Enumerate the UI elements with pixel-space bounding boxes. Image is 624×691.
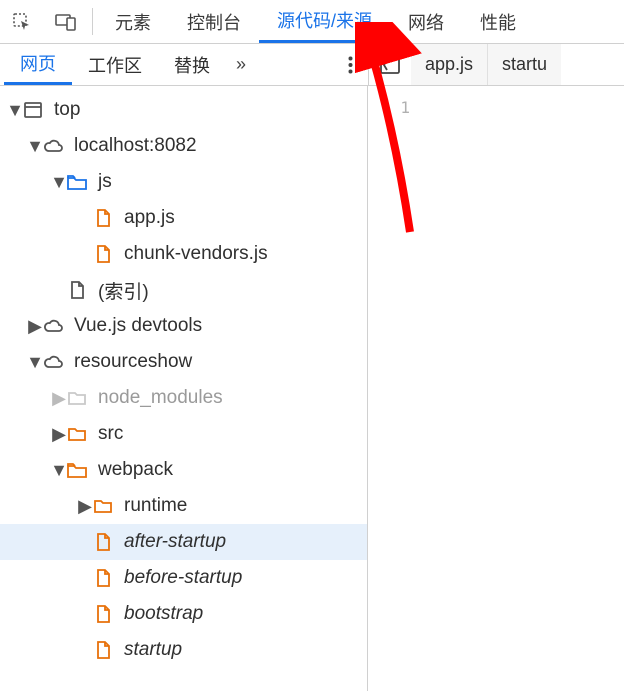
tree-origin-localhost[interactable]: ▼ localhost:8082: [0, 128, 367, 164]
navigator-tabs: 网页 工作区 替换 »: [0, 44, 368, 85]
tree-folder-src[interactable]: ▶ src: [0, 416, 367, 452]
tree-file-bootstrap[interactable]: ▶ bootstrap: [0, 596, 367, 632]
tree-label: (索引): [98, 277, 149, 304]
tree-label: localhost:8082: [74, 135, 197, 157]
tab-elements[interactable]: 元素: [97, 0, 169, 43]
file-icon: [92, 531, 114, 553]
file-tab-startup[interactable]: startu: [488, 44, 561, 85]
folder-icon: [66, 387, 88, 409]
expand-arrow-icon: ▼: [28, 136, 42, 157]
tree-label: before-startup: [124, 567, 242, 589]
file-icon: [66, 279, 88, 301]
tree-label: app.js: [124, 207, 175, 229]
device-toolbar-icon[interactable]: [44, 0, 88, 43]
toggle-navigator-icon[interactable]: [369, 44, 411, 85]
tree-label: src: [98, 423, 123, 445]
file-tab-appjs[interactable]: app.js: [411, 44, 488, 85]
tree-label: js: [98, 171, 112, 193]
editor-pane[interactable]: 1: [368, 86, 624, 691]
subtab-more-chevron-icon[interactable]: »: [226, 44, 256, 85]
line-number: 1: [368, 98, 410, 117]
divider: [92, 8, 93, 35]
tree-label: top: [54, 99, 80, 121]
collapse-arrow-icon: ▶: [52, 424, 66, 445]
tree-folder-js[interactable]: ▼ js: [0, 164, 367, 200]
line-gutter: 1: [368, 86, 420, 691]
folder-open-icon: [66, 459, 88, 481]
file-icon: [92, 567, 114, 589]
tree-file-before-startup[interactable]: ▶ before-startup: [0, 560, 367, 596]
folder-open-icon: [66, 171, 88, 193]
file-tab-label: startu: [502, 54, 547, 75]
tree-folder-nodemodules[interactable]: ▶ node_modules: [0, 380, 367, 416]
tree-folder-runtime[interactable]: ▶ runtime: [0, 488, 367, 524]
cloud-icon: [42, 135, 64, 157]
subtab-page[interactable]: 网页: [4, 44, 72, 85]
inspect-element-icon[interactable]: [0, 0, 44, 43]
open-file-tabs: app.js startu: [368, 44, 624, 85]
devtools-main-tabs: 元素 控制台 源代码/来源 网络 性能: [0, 0, 624, 44]
tree-label: runtime: [124, 495, 187, 517]
folder-icon: [66, 423, 88, 445]
tree-file-index[interactable]: ▶ (索引): [0, 272, 367, 308]
kebab-menu-icon[interactable]: [332, 44, 368, 85]
cloud-icon: [42, 315, 64, 337]
expand-arrow-icon: ▼: [28, 352, 42, 373]
tree-file-chunk-vendors[interactable]: ▶ chunk-vendors.js: [0, 236, 367, 272]
tab-console[interactable]: 控制台: [169, 0, 259, 43]
collapse-arrow-icon: ▶: [28, 316, 42, 337]
cloud-icon: [42, 351, 64, 373]
tree-label: bootstrap: [124, 603, 203, 625]
tree-file-startup[interactable]: ▶ startup: [0, 632, 367, 668]
tree-label: startup: [124, 639, 182, 661]
tree-file-appjs[interactable]: ▶ app.js: [0, 200, 367, 236]
file-icon: [92, 603, 114, 625]
tree-vue-devtools[interactable]: ▶ Vue.js devtools: [0, 308, 367, 344]
file-tree[interactable]: ▼ top ▼ localhost:8082 ▼ js ▶ app: [0, 86, 368, 691]
subtab-overrides[interactable]: 替换: [158, 44, 226, 85]
tree-resourceshow[interactable]: ▼ resourceshow: [0, 344, 367, 380]
tree-label: chunk-vendors.js: [124, 243, 268, 265]
collapse-arrow-icon: ▶: [52, 388, 66, 409]
file-tab-label: app.js: [425, 54, 473, 75]
tree-top-frame[interactable]: ▼ top: [0, 92, 367, 128]
file-icon: [92, 639, 114, 661]
sources-toolbar-row: 网页 工作区 替换 » app.js startu: [0, 44, 624, 86]
tree-label: webpack: [98, 459, 173, 481]
frame-icon: [22, 99, 44, 121]
file-icon: [92, 207, 114, 229]
expand-arrow-icon: ▼: [8, 100, 22, 121]
tree-label: Vue.js devtools: [74, 315, 202, 337]
tree-file-after-startup[interactable]: ▶ after-startup: [0, 524, 367, 560]
folder-icon: [92, 495, 114, 517]
subtab-workspace[interactable]: 工作区: [72, 44, 158, 85]
expand-arrow-icon: ▼: [52, 172, 66, 193]
file-icon: [92, 243, 114, 265]
tree-folder-webpack[interactable]: ▼ webpack: [0, 452, 367, 488]
tab-performance[interactable]: 性能: [462, 0, 534, 43]
main-split: ▼ top ▼ localhost:8082 ▼ js ▶ app: [0, 86, 624, 691]
expand-arrow-icon: ▼: [52, 460, 66, 481]
tab-network[interactable]: 网络: [390, 0, 462, 43]
tree-label: resourceshow: [74, 351, 192, 373]
tab-sources[interactable]: 源代码/来源: [259, 0, 390, 43]
tree-label: after-startup: [124, 531, 226, 553]
collapse-arrow-icon: ▶: [78, 496, 92, 517]
tree-label: node_modules: [98, 387, 223, 409]
